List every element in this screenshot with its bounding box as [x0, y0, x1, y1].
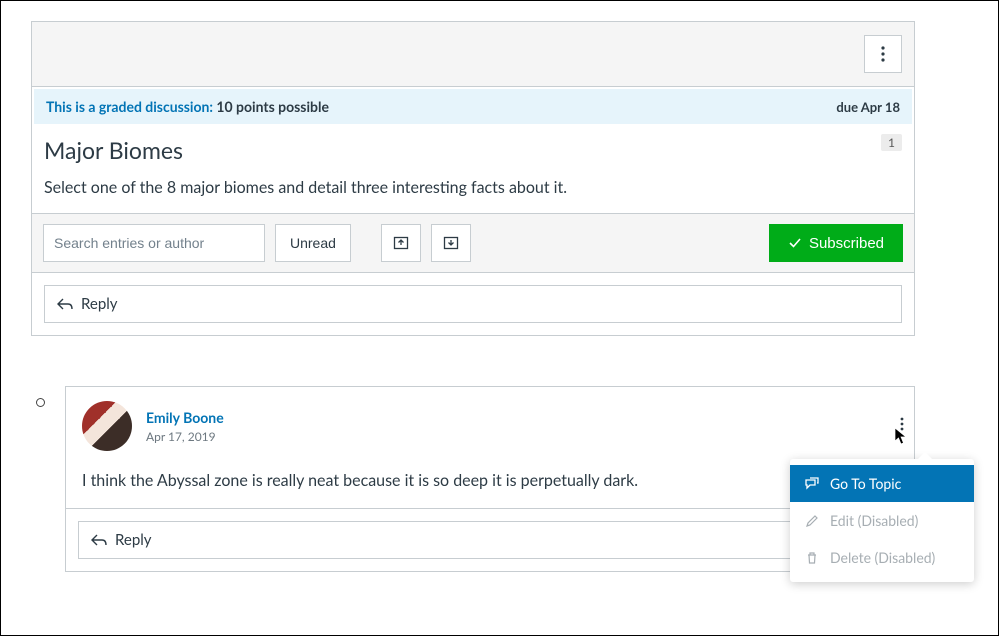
discussion-title: Major Biomes: [44, 136, 902, 164]
reply-arrow-icon: [91, 533, 107, 547]
kebab-icon: [881, 46, 885, 62]
unread-indicator[interactable]: [36, 398, 45, 407]
pencil-icon: [804, 513, 820, 529]
discussion-body: 1 Major Biomes Select one of the 8 major…: [32, 124, 914, 213]
author-link[interactable]: Emily Boone: [146, 409, 224, 426]
panel-header: [32, 22, 914, 87]
entry-text: I think the Abyssal zone is really neat …: [82, 471, 898, 490]
entry-options-menu: Go To Topic Edit (Disabled) Delete (Disa…: [790, 459, 974, 582]
entry-body: Emily Boone Apr 17, 2019 I think the Aby…: [66, 387, 914, 508]
graded-banner: This is a graded discussion: 10 points p…: [34, 89, 912, 124]
discussion-description: Select one of the 8 major biomes and det…: [44, 178, 902, 197]
entry-reply-bar: Reply: [66, 508, 914, 559]
expand-button[interactable]: [431, 224, 471, 262]
entry-reply-button[interactable]: Reply: [78, 521, 902, 559]
entry-reply-label: Reply: [115, 531, 152, 549]
reply-arrow-icon: [57, 297, 73, 311]
avatar[interactable]: [82, 401, 132, 451]
graded-points: 10 points possible: [216, 98, 329, 115]
discussion-toolbar: Unread Subscribed: [32, 213, 914, 272]
menu-delete-disabled: Delete (Disabled): [790, 539, 974, 576]
entry-timestamp: Apr 17, 2019: [146, 429, 224, 444]
menu-delete-label: Delete (Disabled): [830, 549, 935, 566]
menu-go-to-topic[interactable]: Go To Topic: [790, 465, 974, 502]
entry-header: Emily Boone Apr 17, 2019: [82, 401, 898, 451]
topic-reply-bar: Reply: [32, 272, 914, 323]
reply-count-badge: 1: [881, 134, 902, 151]
menu-edit-disabled: Edit (Disabled): [790, 502, 974, 539]
discussion-icon: [804, 476, 820, 492]
subscribed-label: Subscribed: [809, 235, 884, 252]
collapse-icon: [393, 236, 409, 250]
graded-label: This is a graded discussion:: [46, 98, 213, 115]
kebab-icon: [900, 417, 904, 431]
menu-edit-label: Edit (Disabled): [830, 512, 918, 529]
unread-filter-button[interactable]: Unread: [275, 224, 351, 262]
entry-options-button[interactable]: [900, 417, 904, 434]
discussion-options-button[interactable]: [864, 35, 902, 73]
checkmark-icon: [788, 236, 802, 250]
discussion-panel: This is a graded discussion: 10 points p…: [31, 21, 915, 336]
discussion-entry: Emily Boone Apr 17, 2019 I think the Aby…: [65, 386, 915, 572]
expand-icon: [443, 236, 459, 250]
trash-icon: [804, 550, 820, 566]
due-date: due Apr 18: [836, 99, 900, 115]
topic-reply-button[interactable]: Reply: [44, 285, 902, 323]
subscribed-button[interactable]: Subscribed: [769, 224, 903, 262]
menu-go-to-topic-label: Go To Topic: [830, 475, 901, 492]
collapse-button[interactable]: [381, 224, 421, 262]
reply-label: Reply: [81, 295, 118, 313]
search-input[interactable]: [43, 224, 265, 262]
